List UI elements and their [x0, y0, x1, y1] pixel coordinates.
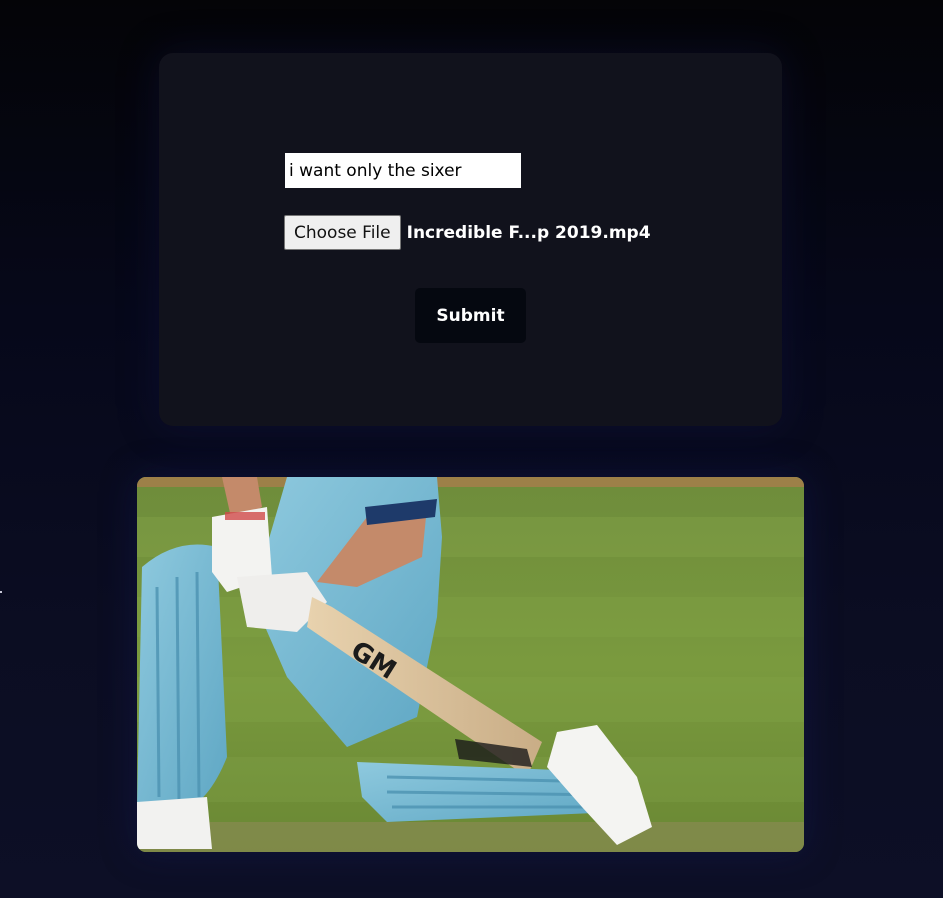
upload-form-card: Choose File Incredible F...p 2019.mp4 Su… [159, 53, 782, 426]
video-frame: GM [137, 477, 804, 852]
file-picker: Choose File Incredible F...p 2019.mp4 [284, 215, 651, 250]
video-player[interactable]: GM [137, 477, 804, 852]
stray-pixel [0, 591, 2, 593]
shoe-back [137, 797, 212, 849]
selected-file-name: Incredible F...p 2019.mp4 [406, 222, 651, 243]
choose-file-button[interactable]: Choose File [284, 215, 401, 250]
prompt-input[interactable] [285, 153, 521, 188]
batting-pad-back [137, 544, 227, 812]
submit-button[interactable]: Submit [415, 288, 526, 343]
pitch-edge [137, 822, 804, 852]
